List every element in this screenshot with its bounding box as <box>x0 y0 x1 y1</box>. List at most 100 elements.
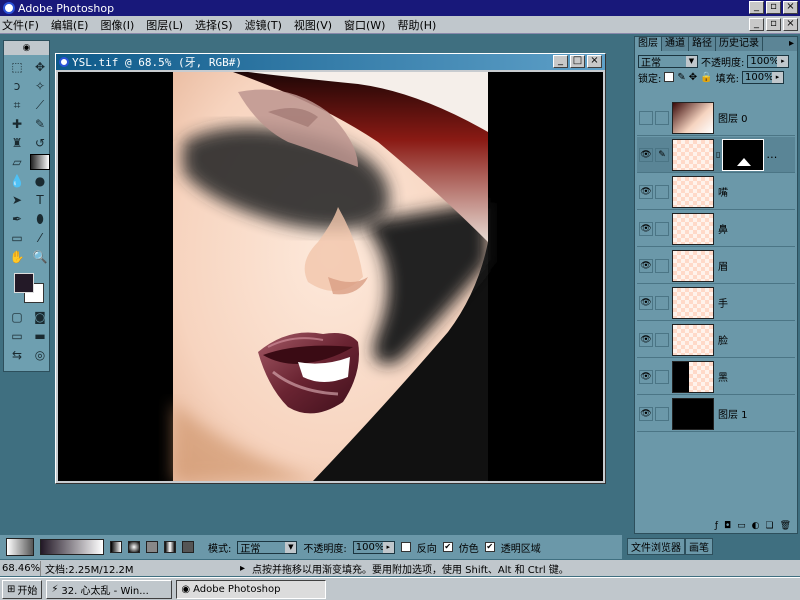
toolbox-header[interactable]: ◉ <box>4 41 49 55</box>
new-set-icon[interactable]: ▭ <box>737 521 746 533</box>
diamond-gradient-icon[interactable] <box>182 541 194 553</box>
type-tool-icon[interactable]: T <box>30 192 50 208</box>
linear-gradient-icon[interactable] <box>110 541 122 553</box>
link-toggle[interactable] <box>655 369 669 384</box>
standard-mode-icon[interactable]: ▢ <box>7 309 27 325</box>
taskbar-item-photoshop[interactable]: ◉ Adobe Photoshop <box>176 579 327 599</box>
link-toggle[interactable] <box>655 406 669 421</box>
doc-minimize-button[interactable]: _ <box>553 55 568 68</box>
reflected-gradient-icon[interactable] <box>164 541 176 553</box>
layer-row[interactable]: 👁 眉 <box>637 248 795 284</box>
doc-close-button[interactable]: × <box>587 55 602 68</box>
shape-tool-icon[interactable]: ⬮ <box>30 211 50 227</box>
tab-file-browser[interactable]: 文件浏览器 <box>627 538 685 555</box>
mdi-restore-button[interactable]: ▫ <box>766 18 781 31</box>
link-toggle[interactable] <box>655 184 669 199</box>
move-tool-icon[interactable]: ✥ <box>30 59 50 75</box>
layer-mask-thumbnail[interactable] <box>722 138 765 171</box>
transparency-checkbox[interactable]: ✔ <box>484 542 495 552</box>
marquee-tool-icon[interactable]: ⬚ <box>7 59 27 75</box>
eye-icon[interactable]: 👁 <box>639 295 653 310</box>
layer-row[interactable]: 👁 黑 <box>637 359 795 395</box>
imageready-icon[interactable]: ◎ <box>30 347 50 363</box>
notes-tool-icon[interactable]: ▭ <box>7 230 27 246</box>
add-mask-icon[interactable]: ◘ <box>724 521 731 533</box>
screen-mode-standard-icon[interactable]: ▭ <box>7 328 27 344</box>
adjustment-layer-icon[interactable]: ◐ <box>752 521 760 533</box>
layer-row[interactable]: 👁 嘴 <box>637 174 795 210</box>
lock-brush-icon[interactable]: ✎ <box>677 72 685 83</box>
mdi-minimize-button[interactable]: _ <box>749 18 764 31</box>
magic-wand-tool-icon[interactable]: ✧ <box>30 78 50 94</box>
menu-edit[interactable]: 编辑(E) <box>51 17 89 33</box>
tab-history[interactable]: 历史记录 <box>716 37 763 51</box>
zoom-tool-icon[interactable]: 🔍 <box>30 249 50 265</box>
pen-tool-icon[interactable]: ✒ <box>7 211 27 227</box>
blur-tool-icon[interactable]: 💧 <box>7 173 27 189</box>
reverse-checkbox[interactable] <box>400 542 411 552</box>
tab-channels[interactable]: 通道 <box>662 37 689 51</box>
healing-brush-tool-icon[interactable]: ✚ <box>7 116 27 132</box>
options-opacity-field[interactable]: 100% ▸ <box>352 540 395 554</box>
brush-tool-icon[interactable]: ✎ <box>30 116 50 132</box>
layer-row[interactable]: 👁 图层 1 <box>637 396 795 432</box>
gradient-picker[interactable] <box>40 539 104 555</box>
start-button[interactable]: ⊞ 开始 <box>2 579 43 599</box>
fill-field[interactable]: 100% ▸ <box>741 70 784 84</box>
mdi-close-button[interactable]: × <box>783 18 798 31</box>
menu-select[interactable]: 选择(S) <box>195 17 233 33</box>
path-select-tool-icon[interactable]: ➤ <box>7 192 27 208</box>
image-canvas[interactable] <box>58 72 603 481</box>
history-brush-tool-icon[interactable]: ↺ <box>30 135 50 151</box>
hand-tool-icon[interactable]: ✋ <box>7 249 27 265</box>
visibility-toggle[interactable] <box>639 110 653 125</box>
quick-mask-mode-icon[interactable]: ◙ <box>30 309 50 325</box>
slice-tool-icon[interactable]: ⟋ <box>30 97 50 113</box>
eye-icon[interactable]: 👁 <box>639 184 653 199</box>
jump-to-imageready-icon[interactable]: ⇆ <box>7 347 27 363</box>
eye-icon[interactable]: 👁 <box>639 147 653 162</box>
blend-mode-select[interactable]: 正常 ▼ <box>638 54 698 69</box>
tab-paths[interactable]: 路径 <box>689 37 716 51</box>
link-toggle[interactable] <box>655 295 669 310</box>
restore-button[interactable]: ▫ <box>766 1 781 14</box>
close-button[interactable]: × <box>783 1 798 14</box>
opacity-field[interactable]: 100% ▸ <box>747 54 790 68</box>
gradient-tool-icon[interactable] <box>30 154 50 170</box>
eye-icon[interactable]: 👁 <box>639 406 653 421</box>
status-menu-icon[interactable]: ▸ <box>240 563 248 574</box>
eye-icon[interactable]: 👁 <box>639 258 653 273</box>
taskbar-item-music[interactable]: ⚡ 32. 心太乱 - Win... <box>46 579 173 599</box>
eye-icon[interactable]: 👁 <box>639 369 653 384</box>
screen-mode-full-icon[interactable]: ▬ <box>30 328 50 344</box>
zoom-level[interactable]: 68.46% <box>0 563 40 574</box>
layer-row[interactable]: 👁 ✎ ▯ … <box>637 137 795 173</box>
panel-menu-icon[interactable]: ▸ <box>786 37 797 51</box>
lasso-tool-icon[interactable]: ↄ <box>7 78 27 94</box>
document-title-bar[interactable]: YSL.tif @ 68.5% (牙, RGB#) <box>56 54 605 70</box>
layer-row[interactable]: 图层 0 <box>637 100 795 136</box>
lock-all-icon[interactable]: 🔒 <box>700 72 712 83</box>
tab-brushes[interactable]: 画笔 <box>685 538 713 555</box>
minimize-button[interactable]: _ <box>749 1 764 14</box>
dodge-tool-icon[interactable]: ● <box>30 173 50 189</box>
menu-filter[interactable]: 滤镜(T) <box>245 17 282 33</box>
layer-style-icon[interactable]: ƒ <box>715 521 718 533</box>
gradient-tool-preset-icon[interactable] <box>6 538 34 556</box>
radial-gradient-icon[interactable] <box>128 541 140 553</box>
delete-layer-icon[interactable]: 🗑 <box>780 521 791 533</box>
foreground-color-swatch[interactable] <box>14 273 34 293</box>
clone-stamp-tool-icon[interactable]: ♜ <box>7 135 27 151</box>
eye-icon[interactable]: 👁 <box>639 332 653 347</box>
dither-checkbox[interactable]: ✔ <box>442 542 453 552</box>
eyedropper-tool-icon[interactable]: ⁄ <box>30 230 50 246</box>
eraser-tool-icon[interactable]: ▱ <box>7 154 27 170</box>
menu-help[interactable]: 帮助(H) <box>397 17 436 33</box>
mode-select[interactable]: 正常 ▼ <box>237 540 298 555</box>
link-toggle[interactable] <box>655 110 669 125</box>
link-toggle[interactable] <box>655 221 669 236</box>
eye-icon[interactable]: 👁 <box>639 221 653 236</box>
link-toggle[interactable] <box>655 332 669 347</box>
lock-move-icon[interactable]: ✥ <box>689 72 697 83</box>
new-layer-icon[interactable]: ❏ <box>765 521 773 533</box>
